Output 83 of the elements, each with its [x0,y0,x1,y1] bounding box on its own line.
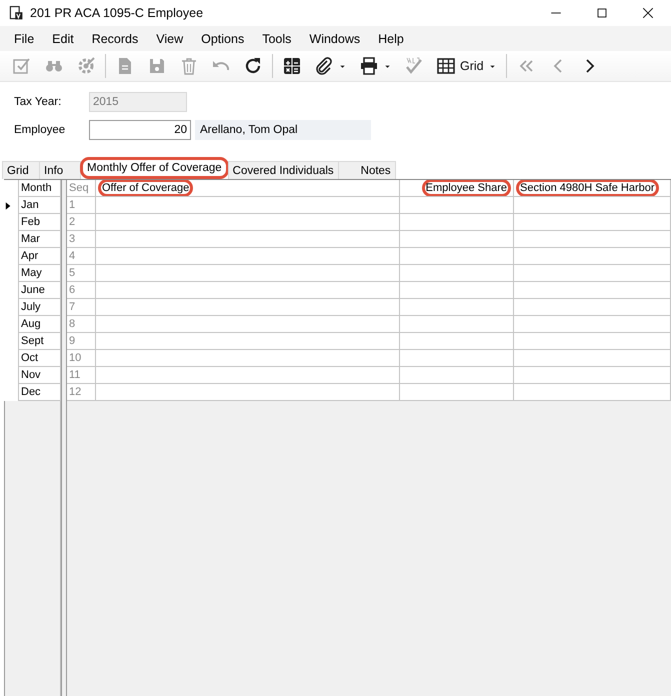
table-cell[interactable] [96,197,400,214]
table-cell[interactable] [514,384,671,401]
app-icon [8,5,24,21]
refresh-icon [243,56,263,76]
save-icon [147,56,167,76]
table-cell: 4 [67,248,96,265]
table-cell[interactable] [400,316,514,333]
table-icon [436,56,456,76]
table-cell[interactable] [400,367,514,384]
table-cell[interactable] [96,282,400,299]
calculator-icon [282,56,302,76]
tab[interactable]: Covered Individuals [228,161,339,179]
table-cell[interactable] [400,214,514,231]
trash-icon [179,56,199,76]
table-cell: 8 [67,316,96,333]
splitter[interactable] [61,401,67,696]
table-cell[interactable] [514,197,671,214]
splitter[interactable] [61,180,67,197]
table-cell[interactable] [400,231,514,248]
table-cell: 7 [67,299,96,316]
employee-field[interactable]: 20 [89,120,191,140]
table-cell[interactable] [96,316,400,333]
table-cell[interactable] [514,299,671,316]
table-cell[interactable] [96,248,400,265]
field-label: Tax Year: [14,96,62,108]
table-cell[interactable] [96,333,400,350]
employee-name: Arellano, Tom Opal [195,120,371,140]
table-cell[interactable] [514,333,671,350]
table-cell[interactable] [96,367,400,384]
table-cell[interactable] [400,333,514,350]
table-cell[interactable] [514,248,671,265]
table-cell[interactable] [96,265,400,282]
table-cell[interactable] [400,265,514,282]
table-cell: 12 [67,384,96,401]
menu-item[interactable]: File [6,32,42,46]
menu-item[interactable]: Windows [301,32,368,46]
tab[interactable]: Notes [338,161,396,179]
table-cell: 10 [67,350,96,367]
table-cell: 9 [67,333,96,350]
table-cell: 5 [67,265,96,282]
table-cell[interactable] [514,316,671,333]
table-cell[interactable] [96,350,400,367]
field-label: Employee [14,124,66,136]
printer-icon [359,56,379,76]
spellcheck-icon [404,56,424,76]
table-cell[interactable] [400,282,514,299]
menu-item[interactable]: Tools [254,32,300,46]
table-cell[interactable] [400,350,514,367]
table-cell[interactable] [96,299,400,316]
table-cell[interactable] [514,350,671,367]
table-cell[interactable] [96,384,400,401]
checkbox-edit-icon [12,56,32,76]
tab[interactable]: Info [39,161,81,179]
table-cell[interactable] [400,384,514,401]
column-header[interactable]: Seq [67,180,96,197]
table-cell[interactable] [514,367,671,384]
table-cell[interactable] [514,265,671,282]
table-cell[interactable] [514,214,671,231]
column-header[interactable]: Offer of Coverage [96,180,400,197]
tab[interactable]: Monthly Offer of Coverage [80,157,229,179]
table-cell[interactable] [400,197,514,214]
table-cell[interactable] [400,248,514,265]
table-cell[interactable] [96,214,400,231]
table-cell[interactable] [96,231,400,248]
table-cell[interactable] [400,299,514,316]
close-icon[interactable] [640,5,656,21]
window-title: 201 PR ACA 1095-C Employee [30,6,204,20]
menu-item[interactable]: Edit [44,32,82,46]
table-cell[interactable] [514,231,671,248]
table-cell: 2 [67,214,96,231]
table-cell: 11 [67,367,96,384]
menu-item[interactable]: View [148,32,192,46]
paperclip-icon [314,56,334,76]
menu-item[interactable]: Options [193,32,252,46]
table-cell: 3 [67,231,96,248]
tab[interactable]: Grid [2,161,40,179]
table-cell: 6 [67,282,96,299]
menu-item[interactable]: Help [370,32,412,46]
gear-icon [76,56,96,76]
grid-button[interactable]: Grid [430,53,503,79]
table-cell[interactable] [514,282,671,299]
menu-item[interactable]: Records [84,32,146,46]
table-cell: 1 [67,197,96,214]
